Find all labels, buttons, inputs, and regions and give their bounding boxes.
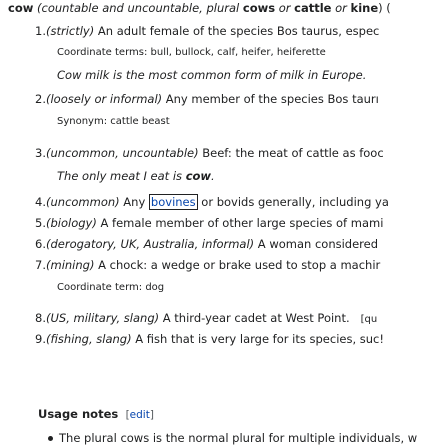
sense-label: (mining): [46, 258, 95, 272]
usage-example-1: Cow milk is the most common form of milk…: [57, 68, 367, 82]
example-period: .: [211, 169, 215, 183]
sense-9: 9. (fishing, slang) A fish that is very …: [35, 332, 384, 346]
bullet-icon: [48, 436, 53, 441]
coordinate-term-value[interactable]: dog: [145, 282, 164, 293]
usage-example-3: The only meat I eat is cow.: [57, 169, 215, 183]
quotations-toggle[interactable]: [qu: [361, 314, 378, 325]
sense-8: 8. (US, military, slang) A third-year ca…: [35, 311, 377, 325]
sense-label: (uncommon, uncountable): [46, 146, 199, 160]
headword-line: cow (countable and uncountable, plural c…: [8, 1, 391, 15]
sense-number: 9.: [35, 332, 46, 346]
sense-definition: A fish that is very large for its specie…: [131, 332, 384, 346]
sense-definition: Any member of the species Bos taurı: [162, 92, 379, 106]
plural-form-3[interactable]: kine: [351, 1, 379, 15]
sense-definition: A third-year cadet at West Point.: [159, 311, 350, 325]
or-word-2: or: [335, 1, 347, 15]
sense-number: 6.: [35, 237, 46, 251]
sense-7: 7. (mining) A chock: a wedge or brake us…: [35, 258, 380, 272]
sense-number: 2.: [35, 92, 46, 106]
example-text: The only meat I eat is: [57, 169, 186, 183]
sense-label: (biology): [46, 216, 97, 230]
sense-label: (derogatory, UK, Australia, informal): [46, 237, 255, 251]
sense-label: (fishing, slang): [46, 332, 132, 346]
sense-label: (US, military, slang): [46, 311, 160, 325]
coordinate-terms-label: Coordinate terms:: [57, 47, 148, 58]
sense-4: 4. (uncommon) Any bovines or bovids gene…: [35, 194, 389, 210]
plural-form-2[interactable]: cattle: [294, 1, 331, 15]
headword: cow: [8, 1, 34, 15]
sense-number: 3.: [35, 146, 46, 160]
sense-definition: An adult female of the species Bos tauru…: [94, 24, 380, 38]
sense-number: 4.: [35, 195, 46, 209]
sense-definition-post: or bovids generally, including ya: [197, 195, 389, 209]
example-bold-word: cow: [185, 169, 212, 183]
or-word-1: or: [278, 1, 291, 15]
sense-number: 8.: [35, 311, 46, 325]
sense-definition-pre: Any: [119, 195, 149, 209]
edit-bracket: [edit]: [122, 409, 154, 421]
headword-tail: ) (: [378, 1, 391, 15]
usage-note-text: The plural cows is the normal plural for…: [59, 431, 418, 445]
sense-definition: A chock: a wedge or brake used to stop a…: [94, 258, 381, 272]
sense-definition: Beef: the meat of cattle as fooc: [198, 146, 384, 160]
sense-number: 5.: [35, 216, 46, 230]
headword-gloss: countable and uncountable, plural: [41, 1, 240, 15]
sense-definition: A woman considered: [254, 237, 379, 251]
sense-2: 2. (loosely or informal) Any member of t…: [35, 92, 379, 106]
plural-form-1[interactable]: cows: [243, 1, 275, 15]
sense-definition: A female member of other large species o…: [96, 216, 384, 230]
sense-5: 5. (biology) A female member of other la…: [35, 216, 383, 230]
bovines-link[interactable]: bovines: [148, 194, 198, 210]
usage-notes-title: Usage notes: [38, 407, 119, 421]
edit-link[interactable]: edit: [130, 409, 150, 421]
coordinate-terms-1: Coordinate terms: bull, bullock, calf, h…: [57, 47, 326, 58]
sense-number: 7.: [35, 258, 46, 272]
synonym-line: Synonym: cattle beast: [57, 116, 170, 127]
coordinate-terms-list[interactable]: bull, bullock, calf, heifer, heiferette: [151, 47, 326, 58]
synonym-value[interactable]: cattle beast: [110, 116, 169, 127]
usage-notes-heading: Usage notes [edit]: [38, 407, 154, 421]
coordinate-term-label: Coordinate term:: [57, 282, 143, 293]
sense-label: (loosely or informal): [46, 92, 163, 106]
usage-note-item: The plural cows is the normal plural for…: [48, 431, 417, 445]
sense-label: (strictly): [46, 24, 95, 38]
sense-number: 1.: [35, 24, 46, 38]
sense-3: 3. (uncommon, uncountable) Beef: the mea…: [35, 146, 384, 160]
synonym-label: Synonym:: [57, 116, 108, 127]
coordinate-term-7: Coordinate term: dog: [57, 282, 164, 293]
sense-6: 6. (derogatory, UK, Australia, informal)…: [35, 237, 378, 251]
sense-label: (uncommon): [46, 195, 120, 209]
sense-1: 1. (strictly) An adult female of the spe…: [35, 24, 379, 38]
